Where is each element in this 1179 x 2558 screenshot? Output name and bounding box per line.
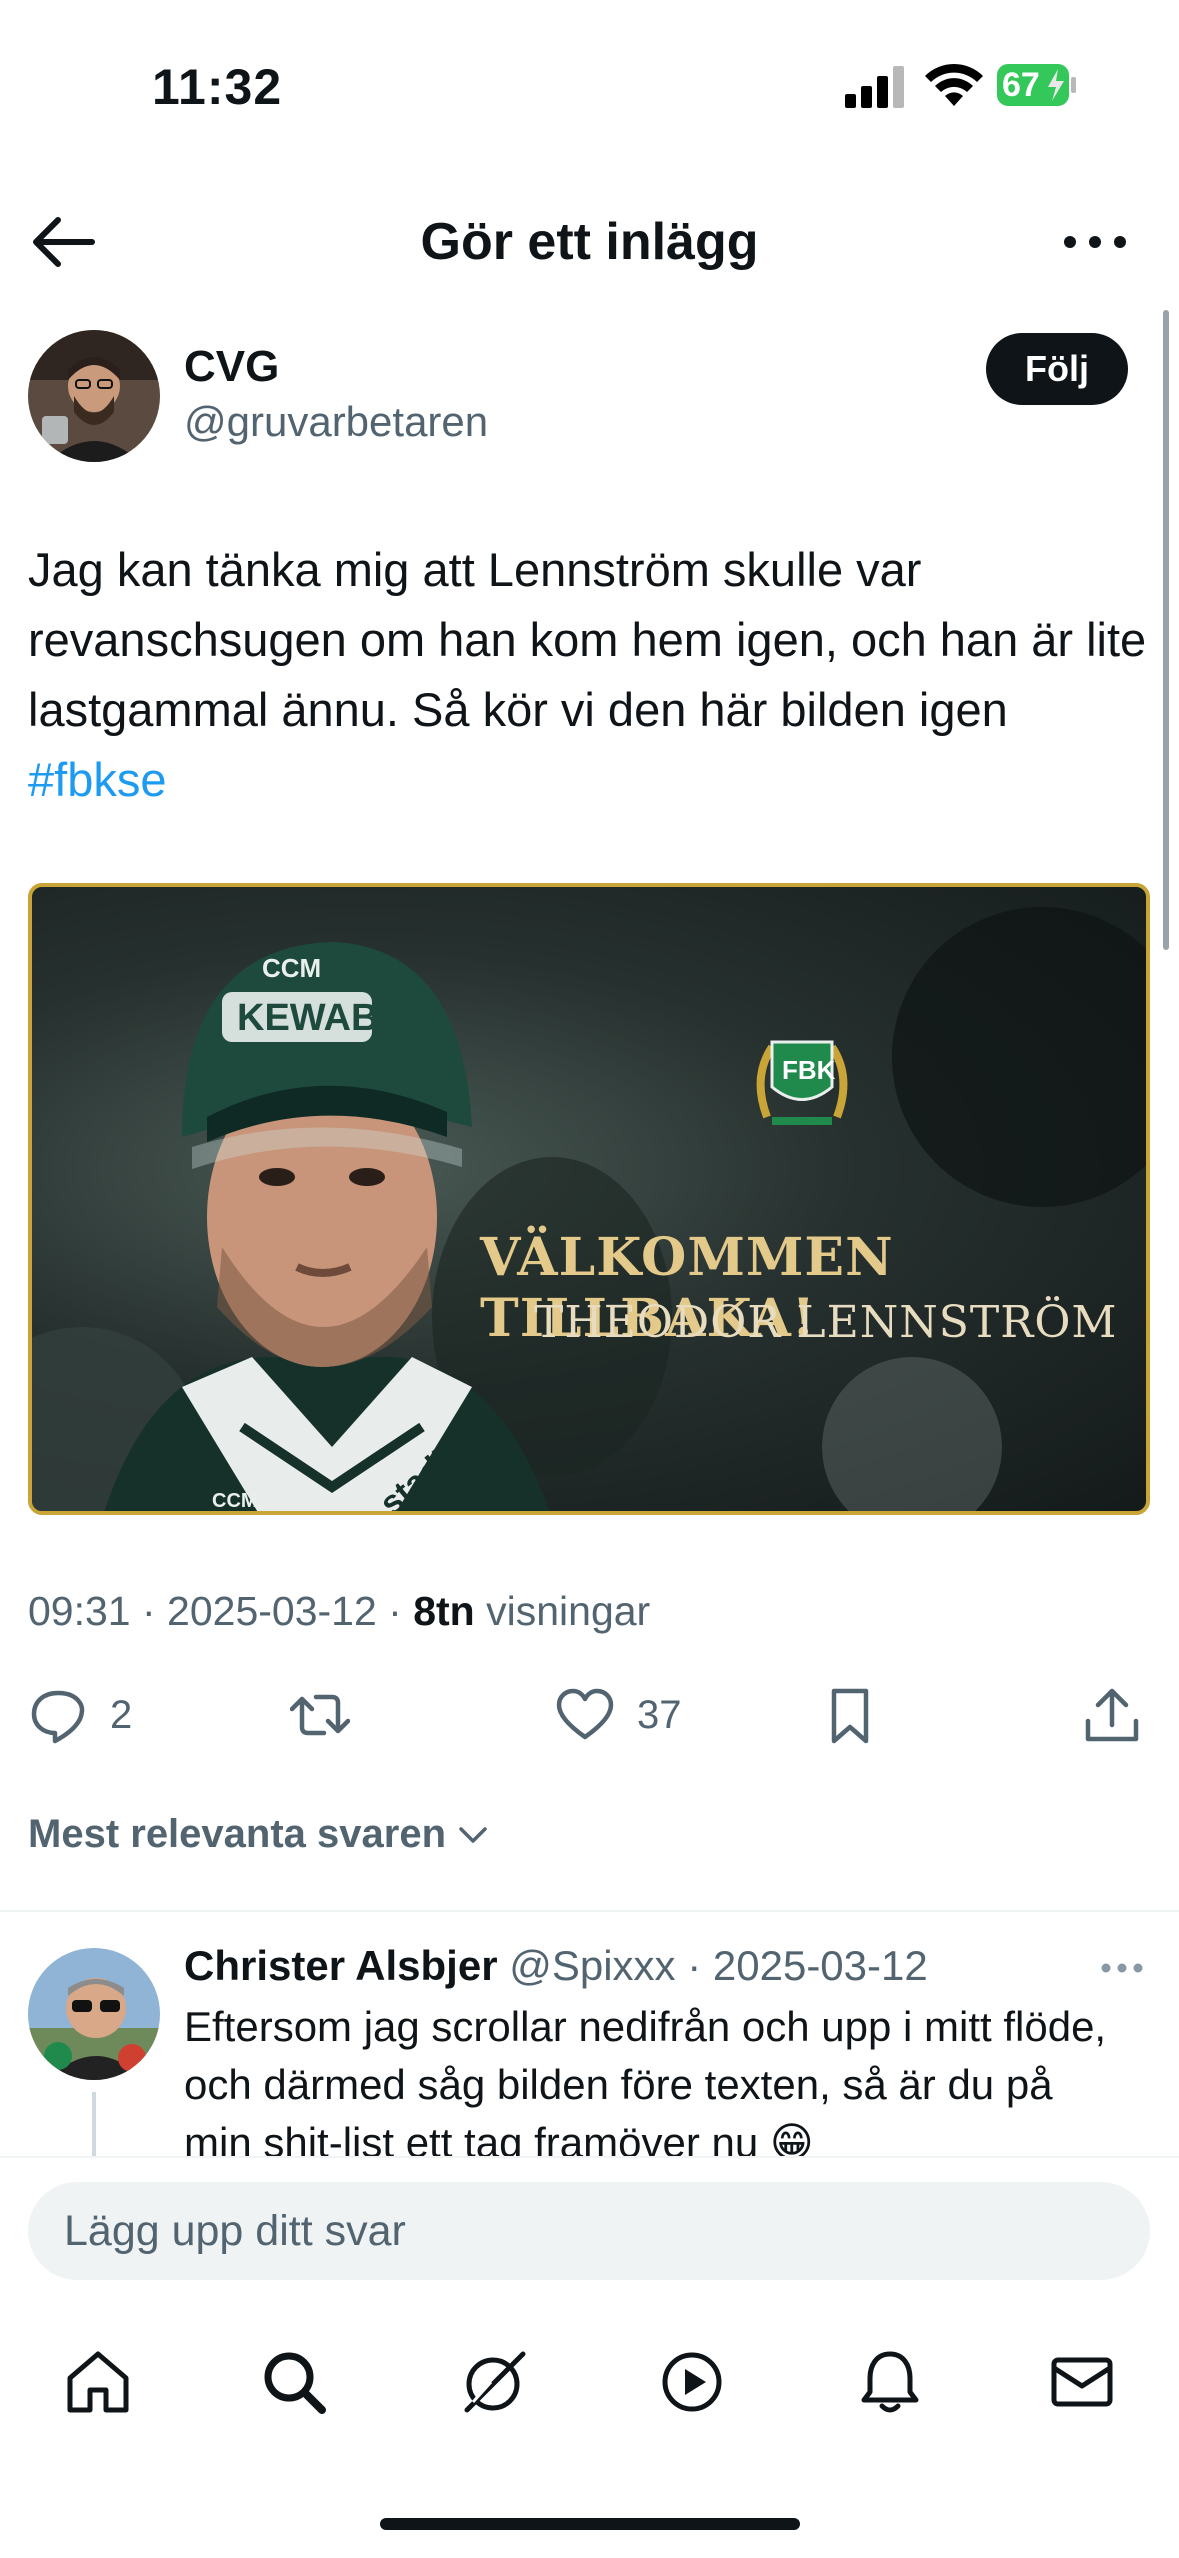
follow-button[interactable]: Följ (986, 333, 1128, 405)
divider (0, 1910, 1179, 1912)
club-badge-icon: FBK (756, 1040, 848, 1125)
svg-text:CCM: CCM (212, 1490, 258, 1512)
share-action[interactable] (1082, 1680, 1142, 1750)
battery-icon: 67 (996, 63, 1078, 107)
reply-header: Christer Alsbjer @Spixxx · 2025-03-12 (184, 1942, 928, 1989)
battery-level: 67 (1002, 66, 1040, 104)
reply-date: 2025-03-12 (712, 1942, 928, 1989)
author-name[interactable]: CVG (184, 342, 279, 392)
home-indicator[interactable] (380, 2518, 800, 2530)
hashtag-link[interactable]: #fbkse (28, 753, 166, 806)
post-meta: 09:31 · 2025-03-12 · 8tn visningar (28, 1588, 651, 1634)
repost-icon[interactable] (290, 1685, 350, 1745)
cellular-signal-icon (845, 66, 904, 108)
post-text: Jag kan tänka mig att Lennström skulle v… (28, 535, 1158, 815)
author-handle[interactable]: @gruvarbetaren (184, 398, 488, 446)
notifications-icon[interactable] (854, 2346, 926, 2418)
views-label: visningar (486, 1588, 651, 1634)
more-options-icon[interactable] (1060, 220, 1130, 264)
search-icon[interactable] (258, 2346, 330, 2418)
reply-input[interactable]: Lägg upp ditt svar (28, 2182, 1150, 2280)
home-icon[interactable] (62, 2346, 134, 2418)
reply-icon[interactable] (28, 1685, 88, 1745)
views-count: 8tn (413, 1588, 475, 1634)
status-time: 11:32 (152, 59, 283, 115)
reply-avatar[interactable] (28, 1948, 160, 2080)
wifi-icon (925, 63, 983, 106)
replies-sort-dropdown[interactable]: Mest relevanta svaren (28, 1812, 490, 1857)
repost-action[interactable] (290, 1680, 350, 1750)
helmet-sponsor-text: KEWAB (237, 997, 378, 1039)
bookmark-icon[interactable] (820, 1685, 880, 1745)
image-subheadline: THEODOR LENNSTRÖM (534, 1297, 1118, 1348)
page-title: Gör ett inlägg (420, 213, 759, 271)
reply-action[interactable]: 2 (28, 1680, 132, 1750)
chevron-down-icon (459, 1826, 487, 1843)
thread-line (92, 2092, 96, 2162)
reply-more-icon[interactable] (1100, 1956, 1144, 1980)
svg-text:CCM: CCM (262, 953, 321, 983)
post-image[interactable]: KEWAB CCM stadium CCM FBK VÄLKOMMEN TILL… (28, 883, 1150, 1515)
reply-count: 2 (110, 1692, 133, 1737)
share-icon[interactable] (1082, 1685, 1142, 1745)
heart-icon[interactable] (555, 1685, 615, 1745)
video-icon[interactable] (656, 2346, 728, 2418)
post-date: 2025-03-12 (167, 1588, 377, 1634)
reply-author-handle[interactable]: @Spixxx (509, 1942, 675, 1989)
reply-author-name[interactable]: Christer Alsbjer (184, 1942, 498, 1989)
post-time: 09:31 (28, 1588, 131, 1634)
scrollbar-thumb[interactable] (1163, 310, 1169, 950)
messages-icon[interactable] (1046, 2346, 1118, 2418)
grok-icon[interactable] (457, 2346, 529, 2418)
post-text-body: Jag kan tänka mig att Lennström skulle v… (28, 543, 1147, 736)
author-avatar[interactable] (28, 330, 160, 462)
like-count: 37 (637, 1692, 682, 1737)
like-action[interactable]: 37 (555, 1680, 682, 1750)
reply-text: Eftersom jag scrollar nedifrån och upp i… (184, 2003, 1107, 2166)
bookmark-action[interactable] (820, 1680, 880, 1750)
svg-text:FBK: FBK (782, 1055, 836, 1085)
replies-sort-label: Mest relevanta svaren (28, 1812, 447, 1856)
